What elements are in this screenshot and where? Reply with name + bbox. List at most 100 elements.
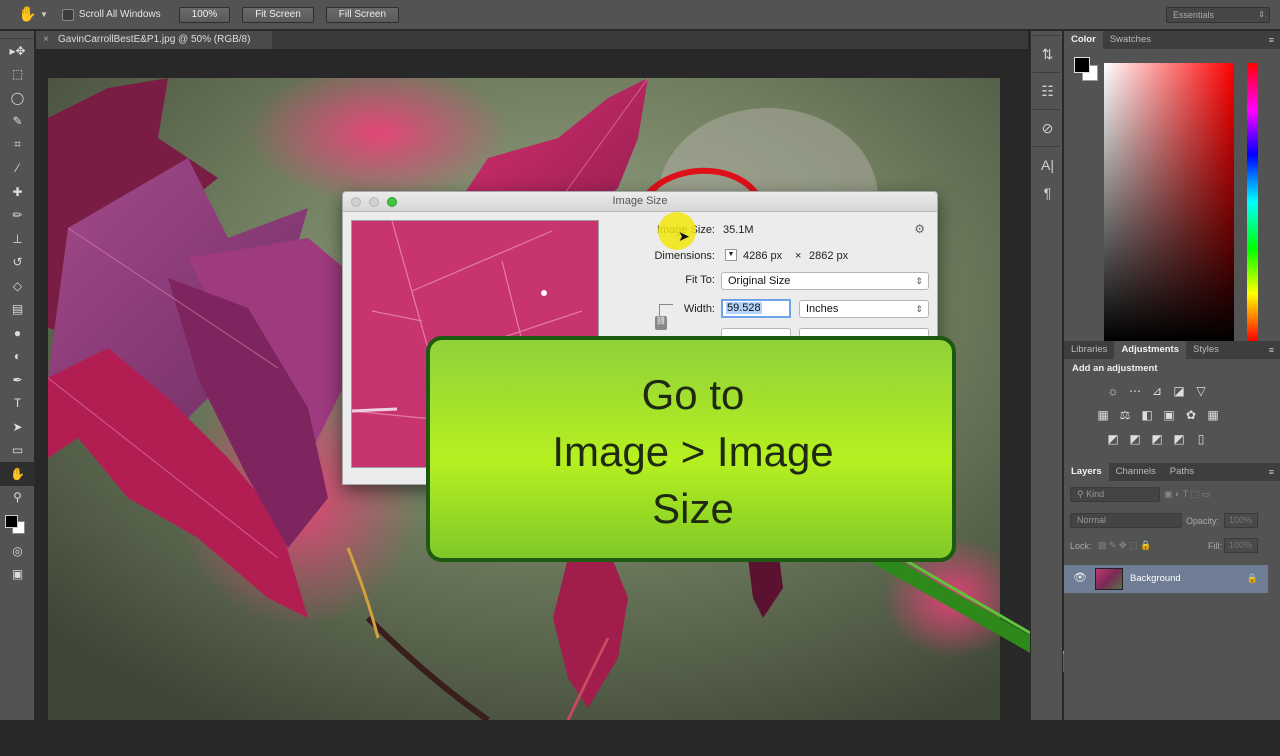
color-balance-icon[interactable]: ⚖: [1118, 409, 1132, 421]
character-panel-icon[interactable]: A|: [1031, 151, 1064, 179]
width-unit-value: Inches: [806, 303, 839, 315]
black-white-icon[interactable]: ◧: [1140, 409, 1154, 421]
brush-tool-icon[interactable]: ✏: [0, 204, 35, 228]
dimensions-height: 2862 px: [809, 250, 849, 262]
dialog-title: Image Size: [612, 195, 668, 207]
crop-tool-icon[interactable]: ⌗: [0, 133, 35, 157]
history-panel-icon[interactable]: ⇅: [1031, 40, 1064, 68]
marquee-tool-icon[interactable]: ⬚: [0, 63, 35, 87]
adjustments-heading: Add an adjustment: [1072, 363, 1158, 374]
filter-icons[interactable]: ▣ ◐ T ⬚ ▭: [1164, 489, 1210, 500]
document-tab[interactable]: × GavinCarrollBestE&P1.jpg @ 50% (RGB/8): [36, 31, 272, 49]
fill-screen-button[interactable]: Fill Screen: [325, 6, 400, 23]
zoom-100-button[interactable]: 100%: [178, 6, 231, 23]
panel-menu-icon[interactable]: ≡: [1269, 463, 1274, 481]
move-tool-icon[interactable]: ▸✥: [0, 39, 35, 63]
tab-adjustments[interactable]: Adjustments: [1114, 341, 1186, 359]
tool-preset-dropdown-icon[interactable]: ▼: [40, 10, 48, 19]
invert-icon[interactable]: ◩: [1106, 433, 1120, 445]
lasso-tool-icon[interactable]: ◯: [0, 86, 35, 110]
rectangle-tool-icon[interactable]: ▭: [0, 439, 35, 463]
type-tool-icon[interactable]: T: [0, 392, 35, 416]
fill-input[interactable]: 100%: [1224, 538, 1258, 553]
color-panel-tabs: Color Swatches ≡: [1064, 31, 1280, 49]
kind-filter-label: Kind: [1086, 489, 1105, 499]
path-selection-tool-icon[interactable]: ➤: [0, 415, 35, 439]
layer-row[interactable]: 👁 Background 🔒: [1064, 565, 1268, 593]
blur-tool-icon[interactable]: ●: [0, 321, 35, 345]
width-unit-select[interactable]: Inches ⇕: [799, 300, 929, 318]
opacity-input[interactable]: 100%: [1224, 513, 1258, 528]
gradient-map-icon[interactable]: ▯: [1194, 433, 1208, 445]
hue-saturation-icon[interactable]: ▦: [1096, 409, 1110, 421]
quick-mask-icon[interactable]: ◎: [0, 539, 35, 563]
quick-selection-tool-icon[interactable]: ✎: [0, 110, 35, 134]
close-tab-icon[interactable]: ×: [43, 31, 49, 49]
tab-layers[interactable]: Layers: [1064, 463, 1109, 481]
healing-brush-tool-icon[interactable]: ✚: [0, 180, 35, 204]
tab-swatches[interactable]: Swatches: [1103, 31, 1158, 49]
pen-tool-icon[interactable]: ✒: [0, 368, 35, 392]
tab-libraries[interactable]: Libraries: [1064, 341, 1114, 359]
hand-tool-icon[interactable]: ✋: [18, 6, 37, 24]
panel-grip[interactable]: [0, 31, 34, 39]
workspace-switcher[interactable]: Essentials ⇕: [1166, 7, 1270, 23]
layers-panel: ⚲ Kind ▣ ◐ T ⬚ ▭ Normal Opacity: 100% Lo…: [1064, 481, 1280, 756]
gradient-tool-icon[interactable]: ▤: [0, 298, 35, 322]
hue-slider[interactable]: [1247, 63, 1258, 341]
threshold-icon[interactable]: ◩: [1150, 433, 1164, 445]
chevron-updown-icon: ⇕: [1258, 10, 1265, 19]
posterize-icon[interactable]: ◩: [1128, 433, 1142, 445]
vibrance-icon[interactable]: ▽: [1194, 385, 1208, 397]
link-chain-icon[interactable]: ⛓: [655, 316, 667, 330]
scroll-all-windows-label: Scroll All Windows: [78, 9, 161, 20]
tab-channels[interactable]: Channels: [1109, 463, 1163, 481]
dialog-titlebar[interactable]: Image Size: [343, 192, 937, 212]
paragraph-panel-icon[interactable]: ¶: [1031, 179, 1064, 207]
clone-stamp-tool-icon[interactable]: ⊥: [0, 227, 35, 251]
tab-paths[interactable]: Paths: [1163, 463, 1201, 481]
channel-mixer-icon[interactable]: ✿: [1184, 409, 1198, 421]
dimensions-times: ×: [795, 250, 802, 262]
photo-filter-icon[interactable]: ▣: [1162, 409, 1176, 421]
panel-menu-icon[interactable]: ≡: [1269, 341, 1274, 359]
dodge-tool-icon[interactable]: ◐: [0, 345, 35, 369]
width-input[interactable]: 59.528: [721, 299, 791, 318]
blend-mode-select[interactable]: Normal: [1070, 513, 1182, 528]
dimensions-dropdown-icon[interactable]: ▼: [725, 249, 737, 261]
strip-divider: [1033, 146, 1060, 147]
properties-panel-icon[interactable]: ☷: [1031, 77, 1064, 105]
foreground-color-swatch[interactable]: [5, 515, 18, 528]
fill-value: 100%: [1229, 540, 1253, 550]
color-field[interactable]: [1104, 63, 1234, 341]
layer-thumbnail: [1095, 568, 1123, 590]
zoom-tool-icon[interactable]: ⚲: [0, 486, 35, 510]
panel-menu-icon[interactable]: ≡: [1269, 31, 1274, 49]
foreground-color-chip[interactable]: [1074, 57, 1090, 73]
scroll-all-windows-checkbox[interactable]: [61, 8, 74, 21]
eye-icon[interactable]: 👁: [1073, 571, 1087, 584]
workspace-label: Essentials: [1173, 10, 1215, 20]
tab-color[interactable]: Color: [1064, 31, 1103, 49]
gear-icon[interactable]: ⚙: [914, 222, 925, 236]
eraser-tool-icon[interactable]: ◇: [0, 274, 35, 298]
eyedropper-tool-icon[interactable]: ⁄: [0, 157, 35, 181]
lock-icons[interactable]: ▨ ✎ ✥ ⬚ 🔒: [1098, 540, 1151, 551]
layer-kind-filter[interactable]: ⚲ Kind: [1070, 487, 1160, 502]
selective-color-icon[interactable]: ◩: [1172, 433, 1186, 445]
brush-presets-icon[interactable]: ⊘: [1031, 114, 1064, 142]
exposure-icon[interactable]: ◪: [1172, 385, 1186, 397]
document-tab-title: GavinCarrollBestE&P1.jpg @ 50% (RGB/8): [58, 34, 251, 45]
screen-mode-icon[interactable]: ▣: [0, 563, 35, 587]
history-brush-tool-icon[interactable]: ↺: [0, 251, 35, 275]
fit-screen-button[interactable]: Fit Screen: [242, 6, 314, 23]
color-swatches[interactable]: [0, 509, 35, 539]
brightness-icon[interactable]: ☼: [1106, 385, 1120, 397]
color-lookup-icon[interactable]: ▦: [1206, 409, 1220, 421]
hand-tool-panel-icon[interactable]: ✋: [0, 462, 35, 486]
curves-icon[interactable]: ⊿: [1150, 385, 1164, 397]
tab-styles[interactable]: Styles: [1186, 341, 1226, 359]
fit-to-select[interactable]: Original Size ⇕: [721, 272, 929, 290]
width-label: Width:: [683, 303, 715, 315]
levels-icon[interactable]: ⋯: [1128, 385, 1142, 397]
